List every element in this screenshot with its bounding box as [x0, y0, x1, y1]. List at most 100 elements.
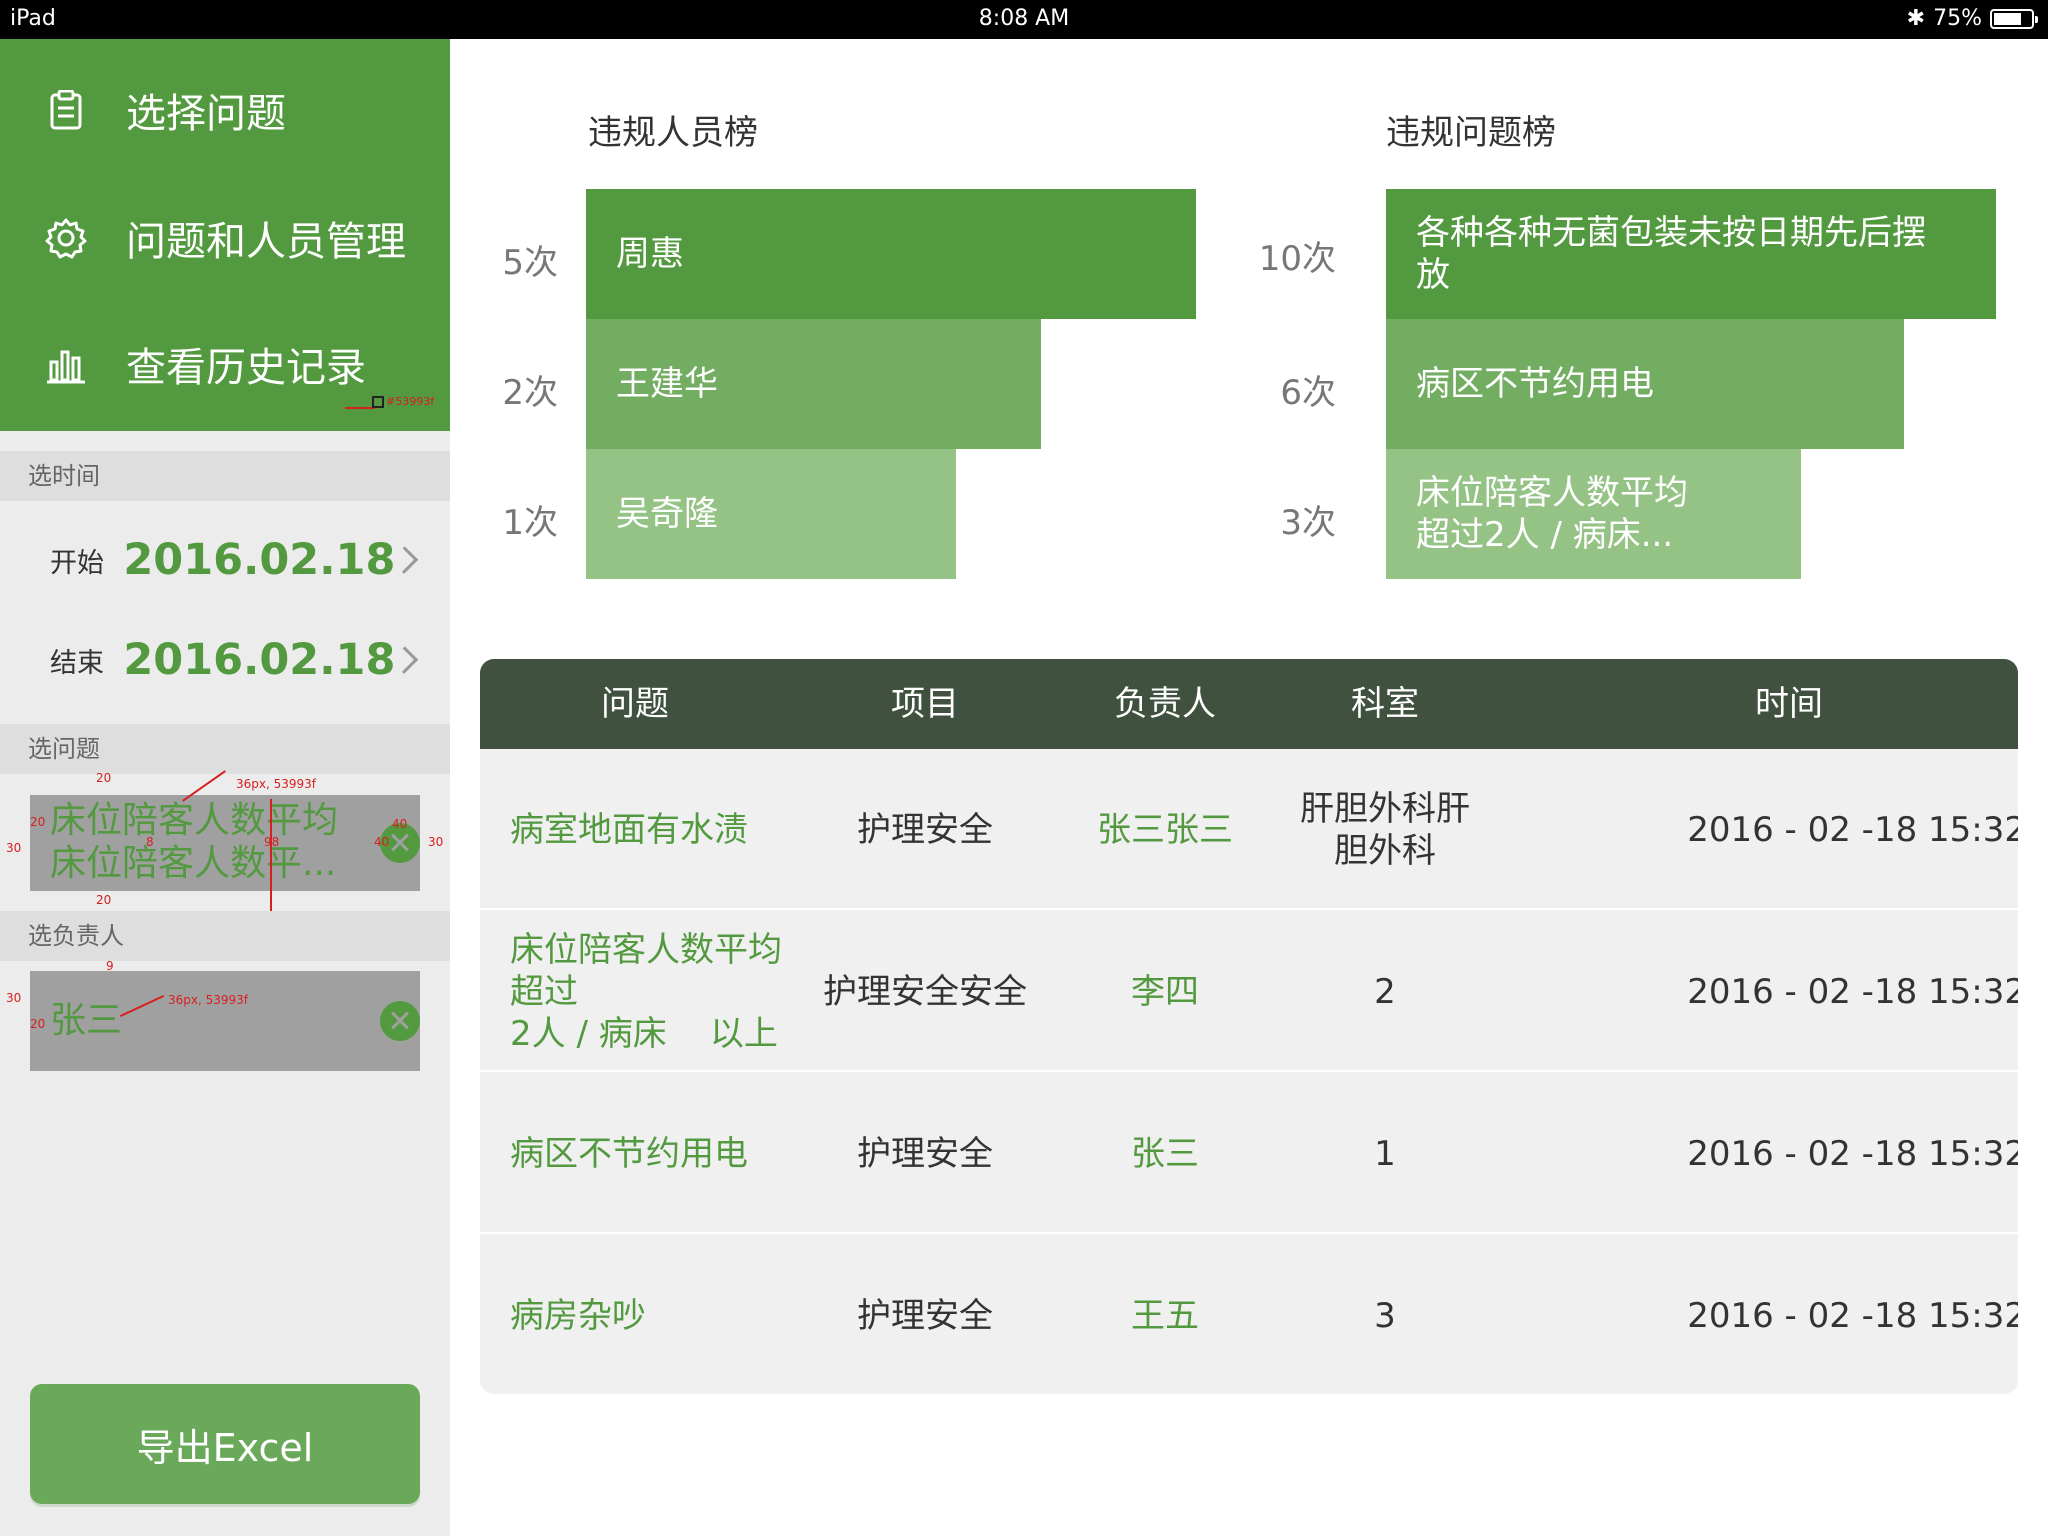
problem-ranking-title: 违规问题榜 — [1386, 113, 1556, 153]
battery-icon — [1990, 8, 2038, 29]
annotation-spacing: 40 — [374, 835, 390, 849]
problem-count-label: 10次 — [1258, 239, 1336, 279]
cell-time: 2016 - 02 -18 15:32 — [1687, 1133, 2018, 1174]
annotation-spacing: 40 — [392, 817, 408, 831]
start-label: 开始 — [50, 547, 104, 579]
annotation-font: 36px, 53993f — [236, 777, 317, 791]
cell-project: 护理安全 — [857, 809, 993, 850]
cell-dept: 肝胆外科肝 — [1300, 788, 1470, 829]
people-ranking-title: 违规人员榜 — [588, 113, 758, 153]
column-header-problem: 问题 — [601, 684, 669, 724]
annotation-spacing: 8 — [146, 835, 154, 849]
section-label-time: 选时间 — [0, 451, 450, 501]
main-panel: 违规人员榜 5次 2次 1次 周惠 王建华 吴奇隆 违规问题榜 10次 6次 3… — [450, 39, 2048, 1536]
people-count-label: 5次 — [502, 243, 558, 283]
selected-problem-line1: 床位陪客人数平均 — [50, 800, 339, 841]
selected-problem-chip[interactable]: 床位陪客人数平均 床位陪客人数平... — [30, 795, 420, 891]
annotation-spacing: 30 — [6, 991, 22, 1005]
problem-ranking-bar[interactable]: 各种各种无菌包装未按日期先后摆放 — [1386, 189, 1996, 319]
status-right: ✱ 75% — [1906, 6, 2038, 31]
gear-icon — [44, 216, 88, 260]
problem-ranking-bar[interactable]: 病区不节约用电 — [1386, 319, 1904, 449]
start-date-value: 2016.02.18 — [123, 535, 396, 585]
menu-item-label: 查看历史记录 — [126, 345, 366, 391]
people-count-label: 2次 — [502, 373, 558, 413]
end-label: 结束 — [50, 647, 104, 679]
export-excel-button[interactable]: 导出Excel — [30, 1384, 420, 1504]
menu-item-label: 问题和人员管理 — [126, 219, 406, 265]
cell-time: 2016 - 02 -18 15:32 — [1687, 1295, 2018, 1336]
bar-label: 病区不节约用电 — [1416, 364, 1654, 404]
column-header-project: 项目 — [891, 684, 959, 724]
bar-label: 放 — [1416, 255, 1450, 295]
table-row[interactable]: 病区不节约用电 护理安全 张三 1 2016 - 02 -18 15:32 — [480, 1073, 2018, 1234]
bar-label: 超过2人 / 病床... — [1416, 515, 1674, 555]
menu-item-label: 选择问题 — [126, 91, 286, 137]
annotation-leader — [270, 799, 272, 929]
cell-problem: 床位陪客人数平均超过 — [510, 929, 782, 1012]
annotation-leader — [345, 407, 375, 409]
cell-problem: 病室地面有水渍 — [510, 809, 748, 850]
menu-item-history[interactable]: 查看历史记录 — [44, 335, 366, 393]
section-label-problem: 选问题 — [0, 724, 450, 774]
remove-person-close-icon[interactable] — [380, 1001, 420, 1041]
cell-person[interactable]: 张三 — [1060, 1073, 1270, 1234]
battery-fill — [1994, 12, 2021, 25]
annotation-spacing: 30 — [6, 841, 22, 855]
cell-project: 护理安全安全 — [823, 971, 1027, 1012]
cell-person[interactable]: 王五 — [1060, 1235, 1270, 1394]
bar-label: 王建华 — [616, 364, 718, 404]
end-date-row[interactable]: 结束 2016.02.18 — [50, 635, 430, 685]
records-table: 问题 项目 负责人 科室 时间 病室地面有水渍 护理安全 张三张三 肝胆外科肝胆… — [480, 659, 2018, 1394]
problem-count-label: 3次 — [1280, 503, 1336, 543]
clipboard-icon — [44, 88, 88, 132]
table-row[interactable]: 病房杂吵 护理安全 王五 3 2016 - 02 -18 15:32 — [480, 1235, 2018, 1394]
bluetooth-icon: ✱ — [1906, 6, 1926, 31]
annotation-spacing: 20 — [96, 771, 112, 785]
cell-time: 2016 - 02 -18 15:32 — [1687, 809, 2018, 850]
cell-project: 护理安全 — [857, 1133, 993, 1174]
sidebar: 选择问题 问题和人员管理 查看历史记录 #53993f 选时间 开始 2016.… — [0, 39, 450, 1536]
cell-time: 2016 - 02 -18 15:32 — [1687, 971, 2018, 1012]
cell-dept: 2 — [1374, 971, 1396, 1012]
table-row[interactable]: 床位陪客人数平均超过 2人 / 病床 以上 护理安全安全 李四 2 2016 - … — [480, 911, 2018, 1072]
bar-label: 床位陪客人数平均 — [1416, 473, 1688, 513]
menu-item-select-problem[interactable]: 选择问题 — [44, 81, 286, 139]
start-date-row[interactable]: 开始 2016.02.18 — [50, 535, 430, 585]
cell-project: 护理安全 — [857, 1295, 993, 1336]
annotation-swatch — [372, 396, 384, 408]
table-row[interactable]: 病室地面有水渍 护理安全 张三张三 肝胆外科肝 胆外科 2016 - 02 -18… — [480, 749, 2018, 910]
annotation-spacing: 20 — [30, 1017, 46, 1031]
problem-ranking-bar[interactable]: 床位陪客人数平均 超过2人 / 病床... — [1386, 449, 1801, 579]
cell-problem: 病区不节约用电 — [510, 1133, 748, 1174]
annotation-spacing: 20 — [96, 893, 112, 907]
cell-person[interactable]: 李四 — [1060, 911, 1270, 1072]
annotation-font: 36px, 53993f — [168, 993, 249, 1007]
selected-person-name: 张三 — [50, 1000, 123, 1041]
people-ranking-bar[interactable]: 王建华 — [586, 319, 1041, 449]
bar-chart-icon — [44, 342, 88, 386]
cell-problem: 病房杂吵 — [510, 1295, 646, 1336]
people-ranking-bar[interactable]: 吴奇隆 — [586, 449, 956, 579]
cell-dept: 3 — [1374, 1295, 1396, 1336]
menu-item-manage[interactable]: 问题和人员管理 — [44, 209, 406, 267]
cell-person[interactable]: 张三张三 — [1060, 749, 1270, 910]
people-ranking-bar[interactable]: 周惠 — [586, 189, 1196, 319]
sidebar-menu: 选择问题 问题和人员管理 查看历史记录 #53993f — [0, 39, 450, 431]
bar-label: 吴奇隆 — [616, 494, 718, 534]
cell-problem: 2人 / 病床 以上 — [510, 1013, 778, 1054]
problem-count-label: 6次 — [1280, 373, 1336, 413]
annotation-spacing: 30 — [428, 835, 444, 849]
annotation-color: #53993f — [386, 395, 435, 408]
selected-person-chip[interactable]: 张三 — [30, 971, 420, 1071]
column-header-dept: 科室 — [1351, 684, 1419, 724]
annotation-spacing: 9 — [106, 959, 114, 973]
column-header-person: 负责人 — [1114, 684, 1216, 724]
bar-label: 各种各种无菌包装未按日期先后摆 — [1416, 213, 1926, 253]
section-label-person: 选负责人 — [0, 911, 450, 961]
column-header-time: 时间 — [1755, 684, 1823, 724]
selected-problem-line2: 床位陪客人数平... — [50, 843, 337, 884]
status-bar: iPad 8:08 AM ✱ 75% — [0, 0, 2048, 39]
bar-label: 周惠 — [616, 234, 684, 274]
status-time: 8:08 AM — [978, 6, 1070, 31]
